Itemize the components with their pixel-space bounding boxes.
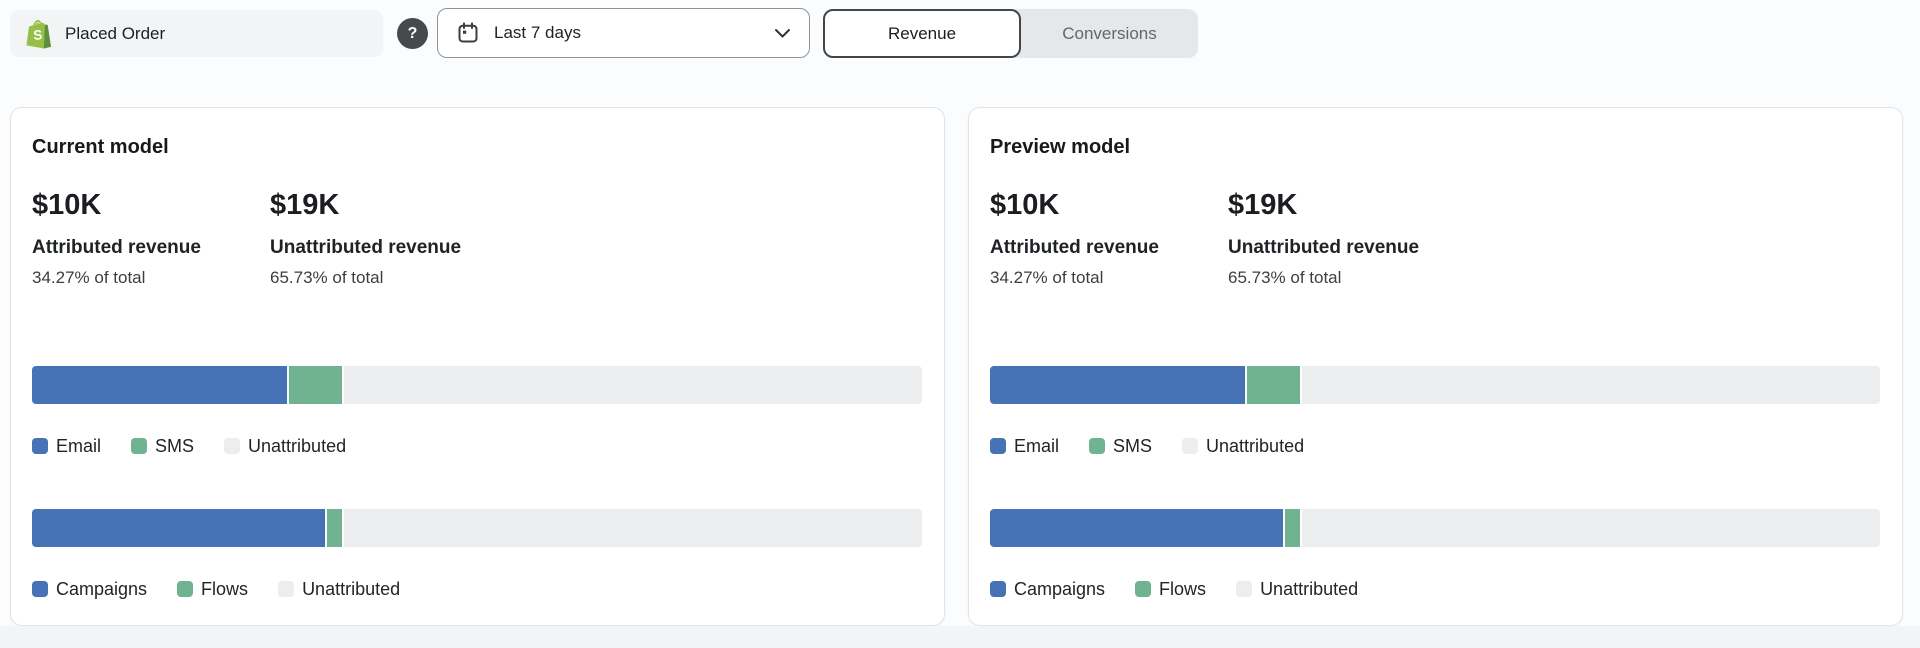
email-swatch [32,438,48,454]
attributed-revenue-share: 34.27% of total [32,266,262,289]
email-swatch [990,438,1006,454]
legend-item-unattributed: Unattributed [1236,579,1358,600]
message-type-attribution-bar [990,509,1880,547]
card-title: Preview model [990,136,1130,159]
unattributed-revenue-label: Unattributed revenue [1228,235,1458,261]
revenue-toggle-button[interactable]: Revenue [823,9,1021,58]
legend-item-sms: SMS [1089,436,1152,457]
unattributed-swatch [1236,581,1252,597]
attributed-revenue-label: Attributed revenue [32,235,262,261]
bar-segment-flows [1285,509,1300,547]
channel-attribution-bar [32,366,922,404]
bar-segment-flows [327,509,342,547]
legend-item-campaigns: Campaigns [990,579,1105,600]
svg-text:S: S [33,27,43,43]
message-type-attribution-bar [32,509,922,547]
unattributed-swatch [1182,438,1198,454]
bar-segment-unattributed [344,366,922,404]
shopify-bag-icon: S [26,19,52,49]
bar-segment-email [990,366,1245,404]
attributed-revenue-stat: $10K Attributed revenue 34.27% of total [32,188,262,289]
date-range-select[interactable]: Last 7 days [437,8,810,58]
conversions-toggle-button[interactable]: Conversions [1021,9,1198,58]
legend-item-flows: Flows [177,579,248,600]
attributed-revenue-label: Attributed revenue [990,235,1220,261]
sms-swatch [1089,438,1105,454]
campaigns-swatch [990,581,1006,597]
legend-item-unattributed: Unattributed [1182,436,1304,457]
unattributed-revenue-label: Unattributed revenue [270,235,500,261]
unattributed-revenue-stat: $19K Unattributed revenue 65.73% of tota… [270,188,500,289]
legend-item-flows: Flows [1135,579,1206,600]
metric-chip-label: Placed Order [65,24,165,44]
legend-item-unattributed: Unattributed [278,579,400,600]
legend-item-sms: SMS [131,436,194,457]
attributed-revenue-stat: $10K Attributed revenue 34.27% of total [990,188,1220,289]
card-title: Current model [32,136,169,159]
campaigns-swatch [32,581,48,597]
legend-item-unattributed: Unattributed [224,436,346,457]
channel-attribution-bar [990,366,1880,404]
attributed-revenue-value: $10K [32,188,262,223]
legend-item-campaigns: Campaigns [32,579,147,600]
bar-segment-unattributed [344,509,922,547]
unattributed-swatch [224,438,240,454]
unattributed-revenue-value: $19K [270,188,500,223]
message-type-legend: Campaigns Flows Unattributed [990,577,1358,601]
bar-segment-campaigns [32,509,325,547]
flows-swatch [177,581,193,597]
channel-legend: Email SMS Unattributed [32,434,346,458]
bar-segment-campaigns [990,509,1283,547]
chevron-down-icon [774,28,791,39]
date-range-value: Last 7 days [494,23,760,43]
legend-item-email: Email [990,436,1059,457]
unattributed-revenue-stat: $19K Unattributed revenue 65.73% of tota… [1228,188,1458,289]
attributed-revenue-value: $10K [990,188,1220,223]
bar-segment-sms [1247,366,1300,404]
preview-model-card: Preview model $10K Attributed revenue 34… [968,107,1903,626]
unattributed-revenue-share: 65.73% of total [1228,266,1458,289]
unattributed-revenue-share: 65.73% of total [270,266,500,289]
bar-segment-email [32,366,287,404]
bar-segment-unattributed [1302,509,1880,547]
calendar-icon [456,21,480,45]
attributed-revenue-share: 34.27% of total [990,266,1220,289]
unattributed-swatch [278,581,294,597]
help-icon[interactable]: ? [397,18,428,49]
unattributed-revenue-value: $19K [1228,188,1458,223]
metric-selector-chip[interactable]: S Placed Order [10,10,383,57]
flows-swatch [1135,581,1151,597]
channel-legend: Email SMS Unattributed [990,434,1304,458]
sms-swatch [131,438,147,454]
toolbar: S Placed Order ? Last 7 days Revenue [0,0,1920,70]
legend-item-email: Email [32,436,101,457]
bar-segment-sms [289,366,342,404]
message-type-legend: Campaigns Flows Unattributed [32,577,400,601]
view-toggle: Revenue Conversions [823,9,1198,58]
page-bottom-strip [0,626,1920,648]
current-model-card: Current model $10K Attributed revenue 34… [10,107,945,626]
bar-segment-unattributed [1302,366,1880,404]
